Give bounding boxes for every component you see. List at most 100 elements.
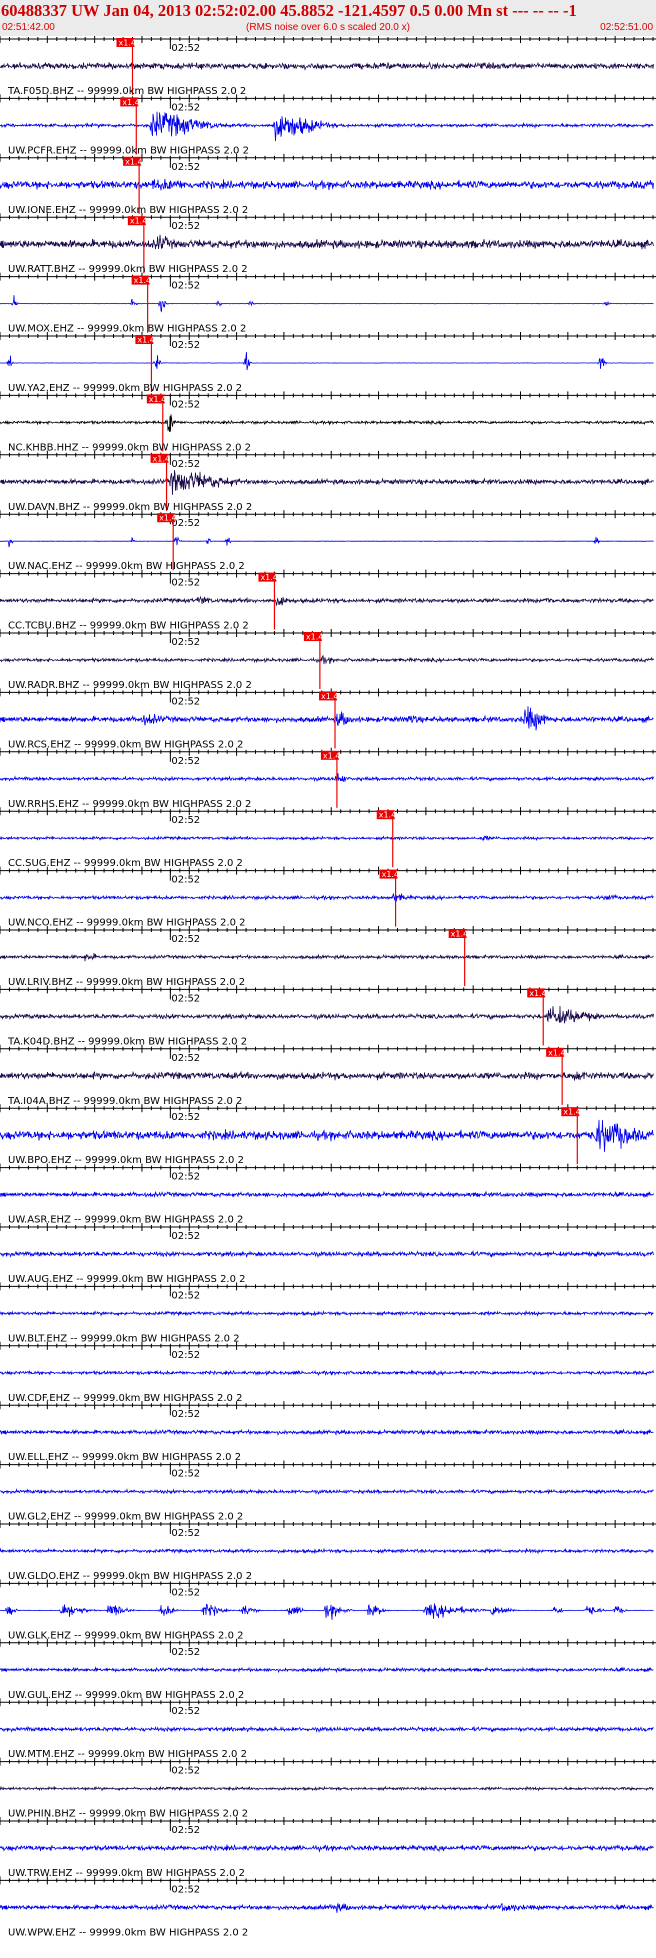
waveform-trace (0, 1119, 654, 1152)
trace-label: UW.RADR.BHZ -- 99999.0km BW HIGHPASS 2.0… (8, 680, 252, 691)
trace-panel: 02:52 UW.ASR.EHZ -- 99999.0km BW HIGHPASS… (0, 1163, 656, 1226)
trace-panel: 02:52 UW.MTM.EHZ -- 99999.0km BW HIGHPASS… (0, 1698, 656, 1760)
phase-pick-label: x1.4 (134, 276, 151, 285)
trace-panel: 02:52 x1.4 UW.LRIV.BHZ -- 99999.0km BW HIG… (0, 926, 656, 988)
waveform-trace (0, 1785, 654, 1792)
phase-pick-label: x1.4 (451, 930, 468, 939)
minute-marker-label: 02:52 (171, 1409, 200, 1420)
trace-panel: 02:52 x1.4 CC.TCBU.BHZ -- 99999.0km BW HIG… (0, 569, 656, 632)
phase-pick-label: x1.4 (260, 573, 277, 582)
minute-marker-label: 02:52 (171, 1231, 200, 1242)
minute-marker-label: 02:52 (171, 102, 200, 113)
trace-panel: 02:52 UW.GLK.EHZ -- 99999.0km BW HIGHPASS… (0, 1579, 656, 1641)
minute-marker-label: 02:52 (171, 756, 200, 767)
waveform-trace (0, 536, 654, 548)
waveform-trace (0, 61, 654, 71)
trace-panel: 02:52 UW.ELL.EHZ -- 99999.0km BW HIGHPASS… (0, 1401, 656, 1463)
minute-marker-label: 02:52 (171, 1825, 200, 1836)
phase-pick-label: x1.4 (137, 336, 154, 345)
trace-panel: 02:52 UW.CDF.EHZ -- 99999.0km BW HIGHPASS… (0, 1341, 656, 1404)
phase-pick-label: x1.4 (529, 989, 546, 998)
trace-panel: 02:52 x1.4 UW.MOX.EHZ -- 99999.0km BW HIGH… (0, 272, 656, 335)
minute-marker-label: 02:52 (171, 934, 200, 945)
trace-label: UW.BLT.EHZ -- 99999.0km BW HIGHPASS 2.0 … (8, 1333, 240, 1344)
minute-marker-label: 02:52 (171, 993, 200, 1004)
phase-pick-label: x1.4 (125, 157, 142, 166)
trace-label: UW.CDF.EHZ -- 99999.0km BW HIGHPASS 2.0 … (8, 1393, 242, 1404)
minute-marker-label: 02:52 (171, 399, 200, 410)
waveform-trace (0, 892, 654, 902)
minute-marker-label: 02:52 (171, 1884, 200, 1895)
trace-label: UW.ASR.EHZ -- 99999.0km BW HIGHPASS 2.0 … (8, 1215, 243, 1226)
trace-panel: 02:52 x1.4 NC.KHBB.HHZ -- 99999.0km BW HIG… (0, 391, 656, 453)
trace-panel: 02:52x1.4 UW.DAVN.BHZ -- 99999.0km BW HIG… (0, 450, 656, 513)
minute-marker-label: 02:52 (171, 281, 200, 292)
minute-marker-label: 02:52 (171, 815, 200, 826)
trace-label: TA.F05D.BHZ -- 99999.0km BW HIGHPASS 2.0… (7, 86, 246, 97)
waveform-trace (0, 470, 654, 495)
waveform-trace (0, 1005, 654, 1024)
minute-marker-label: 02:52 (171, 221, 200, 232)
trace-label: UW.YA2.EHZ -- 99999.0km BW HIGHPASS 2.0 … (8, 383, 242, 394)
waveform-trace (0, 1547, 654, 1555)
trace-panel: 02:52 x1.4 UW.YA2.EHZ -- 99999.0km BW HIGH… (0, 332, 656, 394)
trace-panel: 02:52 x1.4 UW.RATT.BHZ -- 99999.0km BW HIG… (0, 213, 656, 275)
waveform-trace (0, 1309, 654, 1318)
waveform-trace (0, 234, 654, 250)
trace-label: UW.LRIV.BHZ -- 99999.0km BW HIGHPASS 2.0… (8, 977, 245, 988)
waveform-trace (0, 654, 654, 665)
waveform-trace (0, 1190, 654, 1199)
phase-pick-label: x1.4 (122, 98, 139, 107)
trace-panel: 02:52 x1.4 TA.F05D.BHZ -- 99999.0km BW HIG… (0, 36, 656, 97)
trace-label: UW.GLDO.EHZ -- 99999.0km BW HIGHPASS 2.0… (8, 1571, 252, 1582)
minute-marker-label: 02:52 (171, 1469, 200, 1480)
trace-label: NC.KHBB.HHZ -- 99999.0km BW HIGHPASS 2.0… (8, 442, 251, 453)
phase-pick-label: x1.4 (563, 1108, 580, 1117)
trace-label: UW.DAVN.BHZ -- 99999.0km BW HIGHPASS 2.0… (8, 502, 252, 513)
minute-marker-label: 02:52 (171, 1647, 200, 1658)
trace-label: TA.I04A.BHZ -- 99999.0km BW HIGHPASS 2.0… (7, 1096, 242, 1107)
minute-marker-label: 02:52 (171, 43, 200, 54)
trace-panel: 02:52 x1.4 UW.NCO.EHZ -- 99999.0km BW HIGH… (0, 866, 656, 929)
seismogram-svg: 02:52x1.4TA.F05D.BHZ -- 99999.0km BW HIG… (0, 36, 656, 1938)
trace-label: UW.BPO.EHZ -- 99999.0km BW HIGHPASS 2.0 … (8, 1155, 244, 1166)
trace-panel: 02:52 x1.4 TA.K04D.BHZ -- 99999.0km BW HIG… (0, 985, 656, 1047)
seismogram-page: 60488337 UW Jan 04, 2013 02:52:02.00 45.… (0, 0, 656, 1958)
minute-marker-label: 02:52 (171, 1766, 200, 1777)
phase-pick-label: x1.4 (323, 751, 340, 760)
waveform-trace (0, 1488, 654, 1495)
minute-marker-label: 02:52 (171, 1350, 200, 1361)
trace-panel: 02:52 UW.GUL.EHZ -- 99999.0km BW HIGHPASS… (0, 1638, 656, 1701)
minute-marker-label: 02:52 (171, 162, 200, 173)
trace-label: UW.RATT.BHZ -- 99999.0km BW HIGHPASS 2.0… (8, 264, 248, 275)
trace-label: UW.GUL.EHZ -- 99999.0km BW HIGHPASS 2.0 … (8, 1690, 244, 1701)
trace-label: UW.ELL.EHZ -- 99999.0km BW HIGHPASS 2.0 … (8, 1452, 241, 1463)
trace-panel: 02:52 x1.4 UW.RADR.BHZ -- 99999.0km BW HIG… (0, 629, 656, 691)
end-time: 02:52:51.00 (600, 22, 653, 33)
waveform-trace (0, 953, 654, 962)
trace-panel: 02:52 x1.4 UW.PCFR.EHZ -- 99999.0km BW HIG… (0, 94, 656, 156)
trace-panel: 02:52 UW.WPW.EHZ -- 99999.0km BW HIGHPASS… (0, 1876, 656, 1938)
waveform-trace (0, 773, 654, 784)
trace-label: UW.MTM.EHZ -- 99999.0km BW HIGHPASS 2.0 … (8, 1749, 247, 1760)
trace-label: CC.SUG.EHZ -- 99999.0km BW HIGHPASS 2.0 … (8, 858, 243, 869)
trace-label: UW.GL2.EHZ -- 99999.0km BW HIGHPASS 2.0 … (8, 1512, 243, 1523)
trace-panel: 02:52 UW.AUG.EHZ -- 99999.0km BW HIGHPASS… (0, 1223, 656, 1285)
event-header: 60488337 UW Jan 04, 2013 02:52:02.00 45.… (0, 0, 656, 36)
phase-pick-label: x1.4 (321, 692, 338, 701)
waveform-trace (0, 414, 654, 432)
phase-pick-label: x1.4 (118, 39, 135, 48)
waveform-trace (0, 1666, 654, 1674)
trace-panel: 02:52 UW.BLT.EHZ -- 99999.0km BW HIGHPASS… (0, 1282, 656, 1344)
trace-panel: 02:52 x1.4 UW.IONE.EHZ -- 99999.0km BW HIG… (0, 153, 656, 216)
trace-panel: 02:52 UW.GLDO.EHZ -- 99999.0km BW HIGHPAS… (0, 1520, 656, 1582)
waveform-trace (0, 295, 654, 313)
phase-pick-label: x1.4 (153, 454, 170, 463)
trace-label: UW.TRW.EHZ -- 99999.0km BW HIGHPASS 2.0 … (8, 1868, 245, 1879)
waveform-trace (0, 178, 654, 191)
trace-panel: 02:52 x1.4 UW.RCS.EHZ -- 99999.0km BW HIGH… (0, 688, 656, 750)
phase-pick-label: x1.4 (306, 633, 323, 642)
waveform-trace (0, 595, 654, 607)
trace-label: TA.K04D.BHZ -- 99999.0km BW HIGHPASS 2.0… (7, 1036, 247, 1047)
trace-label: UW.NCO.EHZ -- 99999.0km BW HIGHPASS 2.0 … (8, 918, 246, 929)
